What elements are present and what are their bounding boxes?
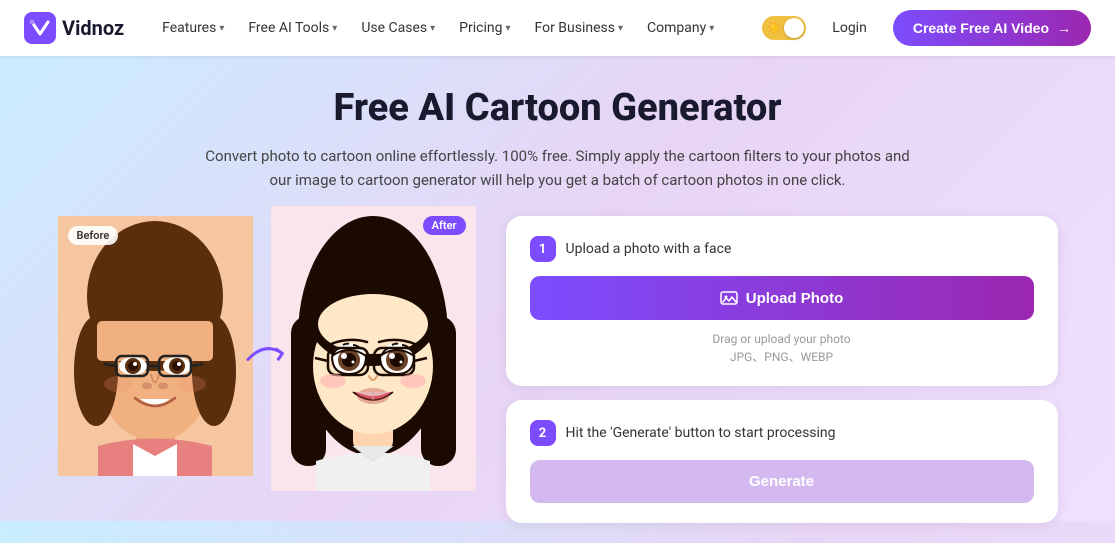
demo-section: Before	[58, 216, 1058, 523]
logo-icon	[24, 12, 56, 44]
header: Vidnoz Features ▾ Free AI Tools ▾ Use Ca…	[0, 0, 1115, 56]
nav-item-free-ai-tools[interactable]: Free AI Tools ▾	[238, 14, 347, 42]
nav-item-company[interactable]: Company ▾	[637, 14, 724, 42]
transition-arrow	[239, 332, 296, 384]
before-face-illustration	[58, 216, 253, 476]
sun-icon: ☀️	[767, 21, 782, 35]
page-description: Convert photo to cartoon online effortle…	[198, 144, 918, 192]
upload-icon	[720, 289, 738, 307]
before-badge: Before	[68, 226, 119, 245]
upload-photo-button[interactable]: Upload Photo	[530, 276, 1034, 320]
upload-hint: Drag or upload your photo JPG、PNG、WEBP	[530, 330, 1034, 366]
create-video-button[interactable]: Create Free AI Video →	[893, 10, 1091, 46]
logo-text: Vidnoz	[62, 16, 124, 40]
after-photo-card: After	[271, 206, 476, 491]
after-badge: After	[423, 216, 466, 235]
nav-item-pricing[interactable]: Pricing ▾	[449, 14, 520, 42]
step-1-header: 1 Upload a photo with a face	[530, 236, 1034, 262]
page-title: Free AI Cartoon Generator	[334, 86, 782, 130]
chevron-down-icon: ▾	[618, 23, 623, 34]
theme-toggle[interactable]: ☀️	[762, 16, 806, 40]
logo[interactable]: Vidnoz	[24, 12, 124, 44]
toggle-knob	[784, 18, 804, 38]
before-after-showcase: Before	[58, 216, 476, 491]
nav-item-features[interactable]: Features ▾	[152, 14, 234, 42]
chevron-down-icon: ▾	[709, 23, 714, 34]
main-nav: Features ▾ Free AI Tools ▾ Use Cases ▾ P…	[152, 14, 762, 42]
before-photo-card: Before	[58, 216, 253, 476]
step-1-label: Upload a photo with a face	[566, 241, 732, 257]
nav-item-use-cases[interactable]: Use Cases ▾	[351, 14, 445, 42]
arrow-icon: →	[1057, 20, 1071, 36]
step-2-header: 2 Hit the 'Generate' button to start pro…	[530, 420, 1034, 446]
login-button[interactable]: Login	[820, 14, 879, 42]
after-face-illustration	[271, 206, 476, 491]
right-panel: 1 Upload a photo with a face Upload Phot…	[506, 216, 1058, 523]
step-1-number: 1	[530, 236, 556, 262]
chevron-down-icon: ▾	[430, 23, 435, 34]
step-2-number: 2	[530, 420, 556, 446]
step-1-card: 1 Upload a photo with a face Upload Phot…	[506, 216, 1058, 386]
chevron-down-icon: ▾	[505, 23, 510, 34]
nav-item-for-business[interactable]: For Business ▾	[525, 14, 634, 42]
header-right: ☀️ Login Create Free AI Video →	[762, 10, 1091, 46]
step-2-card: 2 Hit the 'Generate' button to start pro…	[506, 400, 1058, 523]
chevron-down-icon: ▾	[332, 23, 337, 34]
arrow-icon	[239, 332, 295, 380]
main-content: Free AI Cartoon Generator Convert photo …	[0, 56, 1115, 543]
generate-button[interactable]: Generate	[530, 460, 1034, 503]
step-2-label: Hit the 'Generate' button to start proce…	[566, 425, 836, 441]
chevron-down-icon: ▾	[219, 23, 224, 34]
